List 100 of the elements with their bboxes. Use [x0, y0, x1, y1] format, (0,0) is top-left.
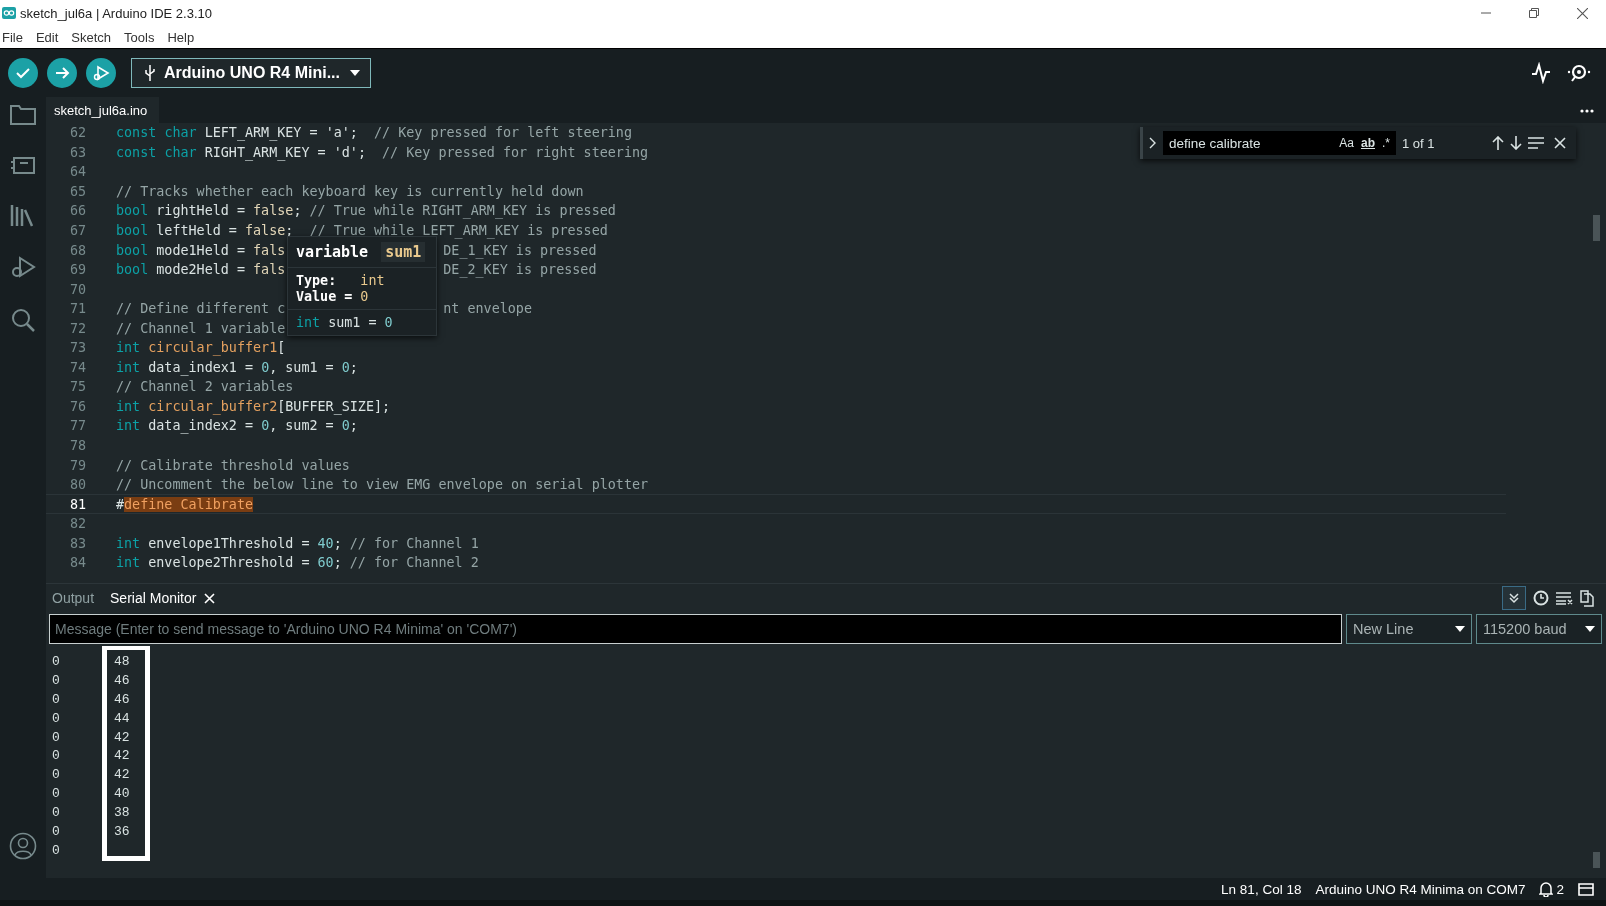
panel-toggle-icon[interactable]: [1578, 882, 1594, 896]
line-number: 84: [68, 555, 86, 571]
board-status[interactable]: Arduino UNO R4 Minima on COM7: [1315, 881, 1526, 897]
code-line: // Uncomment the below line to view EMG envelope on serial plotter: [116, 477, 649, 493]
board-selector[interactable]: Arduino UNO R4 Mini...: [131, 58, 371, 88]
value-value: 0: [360, 289, 370, 304]
code-line: // Define different c: [116, 301, 286, 317]
code-line: int data_index1 = 0, sum1 = 0;: [116, 359, 358, 375]
debug-icon[interactable]: [10, 255, 36, 279]
cursor-position[interactable]: Ln 81, Col 18: [1221, 881, 1302, 897]
serial-value: 42: [114, 748, 130, 764]
debug-icon: [91, 63, 111, 83]
autoscroll-button[interactable]: [1502, 586, 1526, 610]
editor-tab[interactable]: sketch_jul6a.ino: [46, 97, 160, 123]
chevron-icon[interactable]: [1149, 137, 1157, 149]
more-icon[interactable]: [1580, 109, 1594, 113]
serial-value: 0: [52, 823, 60, 839]
line-number: 72: [68, 320, 86, 336]
line-number: 63: [68, 144, 86, 160]
find-option[interactable]: ab: [1360, 136, 1375, 150]
line-number: 68: [68, 242, 86, 258]
caret-icon: [1455, 626, 1465, 632]
message-field[interactable]: Message (Enter to send message to 'Arduino UNO R4 Minima' on 'COM7'): [49, 614, 1342, 644]
code-line: nt envelope: [443, 301, 532, 317]
arrow-up-icon[interactable]: [1492, 136, 1504, 150]
find-option[interactable]: .*: [1382, 136, 1390, 150]
baud-rate-dropdown[interactable]: 115200 baud: [1476, 614, 1602, 644]
window-title: sketch_jul6a | Arduino IDE 2.3.10: [20, 5, 213, 21]
menu-item[interactable]: File: [0, 29, 31, 45]
serial-value: 0: [52, 691, 60, 707]
serial-value: 46: [114, 691, 130, 707]
copy-icon[interactable]: [1580, 589, 1594, 607]
panel-tab[interactable]: Output: [52, 590, 95, 606]
serial-monitor-button[interactable]: [1566, 62, 1592, 84]
arrow-down-icon[interactable]: [1510, 136, 1522, 150]
close-icon: [1576, 7, 1588, 19]
serial-value: 42: [114, 729, 130, 745]
debug-button[interactable]: [86, 58, 116, 88]
line-number: 73: [68, 340, 86, 356]
code-line: DE_2_KEY is pressed: [443, 262, 597, 278]
serial-value: 0: [52, 729, 60, 745]
line-number: 64: [68, 164, 86, 180]
serial-value: 0: [52, 748, 60, 764]
verify-button[interactable]: [8, 58, 38, 88]
selection-icon[interactable]: [1528, 137, 1544, 149]
line-number: 66: [68, 203, 86, 219]
library-icon[interactable]: [10, 203, 36, 227]
scrollbar-thumb[interactable]: [1593, 215, 1600, 241]
serial-value: 0: [52, 805, 60, 821]
bell-icon[interactable]: [1539, 881, 1554, 897]
serial-plotter-button[interactable]: [1530, 62, 1552, 84]
search-icon[interactable]: [10, 307, 36, 333]
clear-output-icon[interactable]: [1556, 591, 1573, 605]
usb-icon: [144, 64, 156, 82]
find-option[interactable]: Aa: [1339, 136, 1354, 150]
clock-icon[interactable]: [1533, 590, 1549, 606]
serial-value: 0: [52, 786, 60, 802]
line-number: 82: [68, 516, 86, 532]
upload-button[interactable]: [47, 58, 77, 88]
type-label: Type:: [295, 273, 338, 288]
account-icon[interactable]: [9, 832, 37, 860]
monitor-icon: [1566, 62, 1592, 84]
serial-value: 0: [52, 672, 60, 688]
close-icon[interactable]: [1554, 137, 1566, 149]
serial-value: 36: [114, 823, 130, 839]
folder-icon[interactable]: [10, 103, 36, 125]
line-number: 65: [68, 183, 86, 199]
code-line: bool mode2Held = fals: [116, 262, 286, 278]
line-number: 79: [68, 457, 86, 473]
symbol-name: sum1: [381, 242, 426, 262]
line-number: 78: [68, 438, 86, 453]
pulse-icon: [1530, 62, 1552, 84]
caret-icon: [350, 70, 360, 76]
serial-value: 38: [114, 805, 130, 821]
serial-value: 44: [114, 710, 130, 726]
line-number: 77: [68, 418, 86, 434]
line-number: 71: [68, 301, 86, 317]
code-line: bool rightHeld = false; // True while RIGHT_ARM_KEY is pressed: [116, 203, 616, 219]
code-line: int envelope2Threshold = 60; // for Channel 2: [116, 555, 479, 571]
menu-item[interactable]: Tools: [122, 29, 163, 45]
code-line: // Tracks whether each keyboard key is currently held down: [116, 183, 584, 199]
scrollbar-thumb[interactable]: [1593, 852, 1600, 868]
serial-value: 42: [114, 767, 130, 783]
code-line: // Channel 1 variable: [116, 320, 286, 336]
symbol-kind: variable: [295, 243, 369, 261]
code-line: bool mode1Held = fals: [116, 242, 286, 258]
line-ending-dropdown[interactable]: New Line: [1346, 614, 1472, 644]
serial-value: 0: [52, 653, 60, 669]
code-line: int circular_buffer1[: [116, 340, 286, 356]
code-line: int data_index2 = 0, sum2 = 0;: [116, 418, 358, 434]
menu-item[interactable]: Edit: [33, 29, 67, 45]
serial-value: 0: [52, 842, 60, 858]
caret-icon: [1585, 626, 1595, 632]
panel-tab[interactable]: Serial Monitor: [110, 590, 216, 606]
menu-item[interactable]: Sketch: [69, 29, 120, 45]
menu-item[interactable]: Help: [165, 29, 203, 45]
find-field[interactable]: define calibrate Aa ab .*: [1163, 131, 1396, 155]
restore-icon: [1529, 8, 1539, 18]
notification-count: 2: [1556, 881, 1564, 897]
line-number: 81: [68, 496, 86, 512]
